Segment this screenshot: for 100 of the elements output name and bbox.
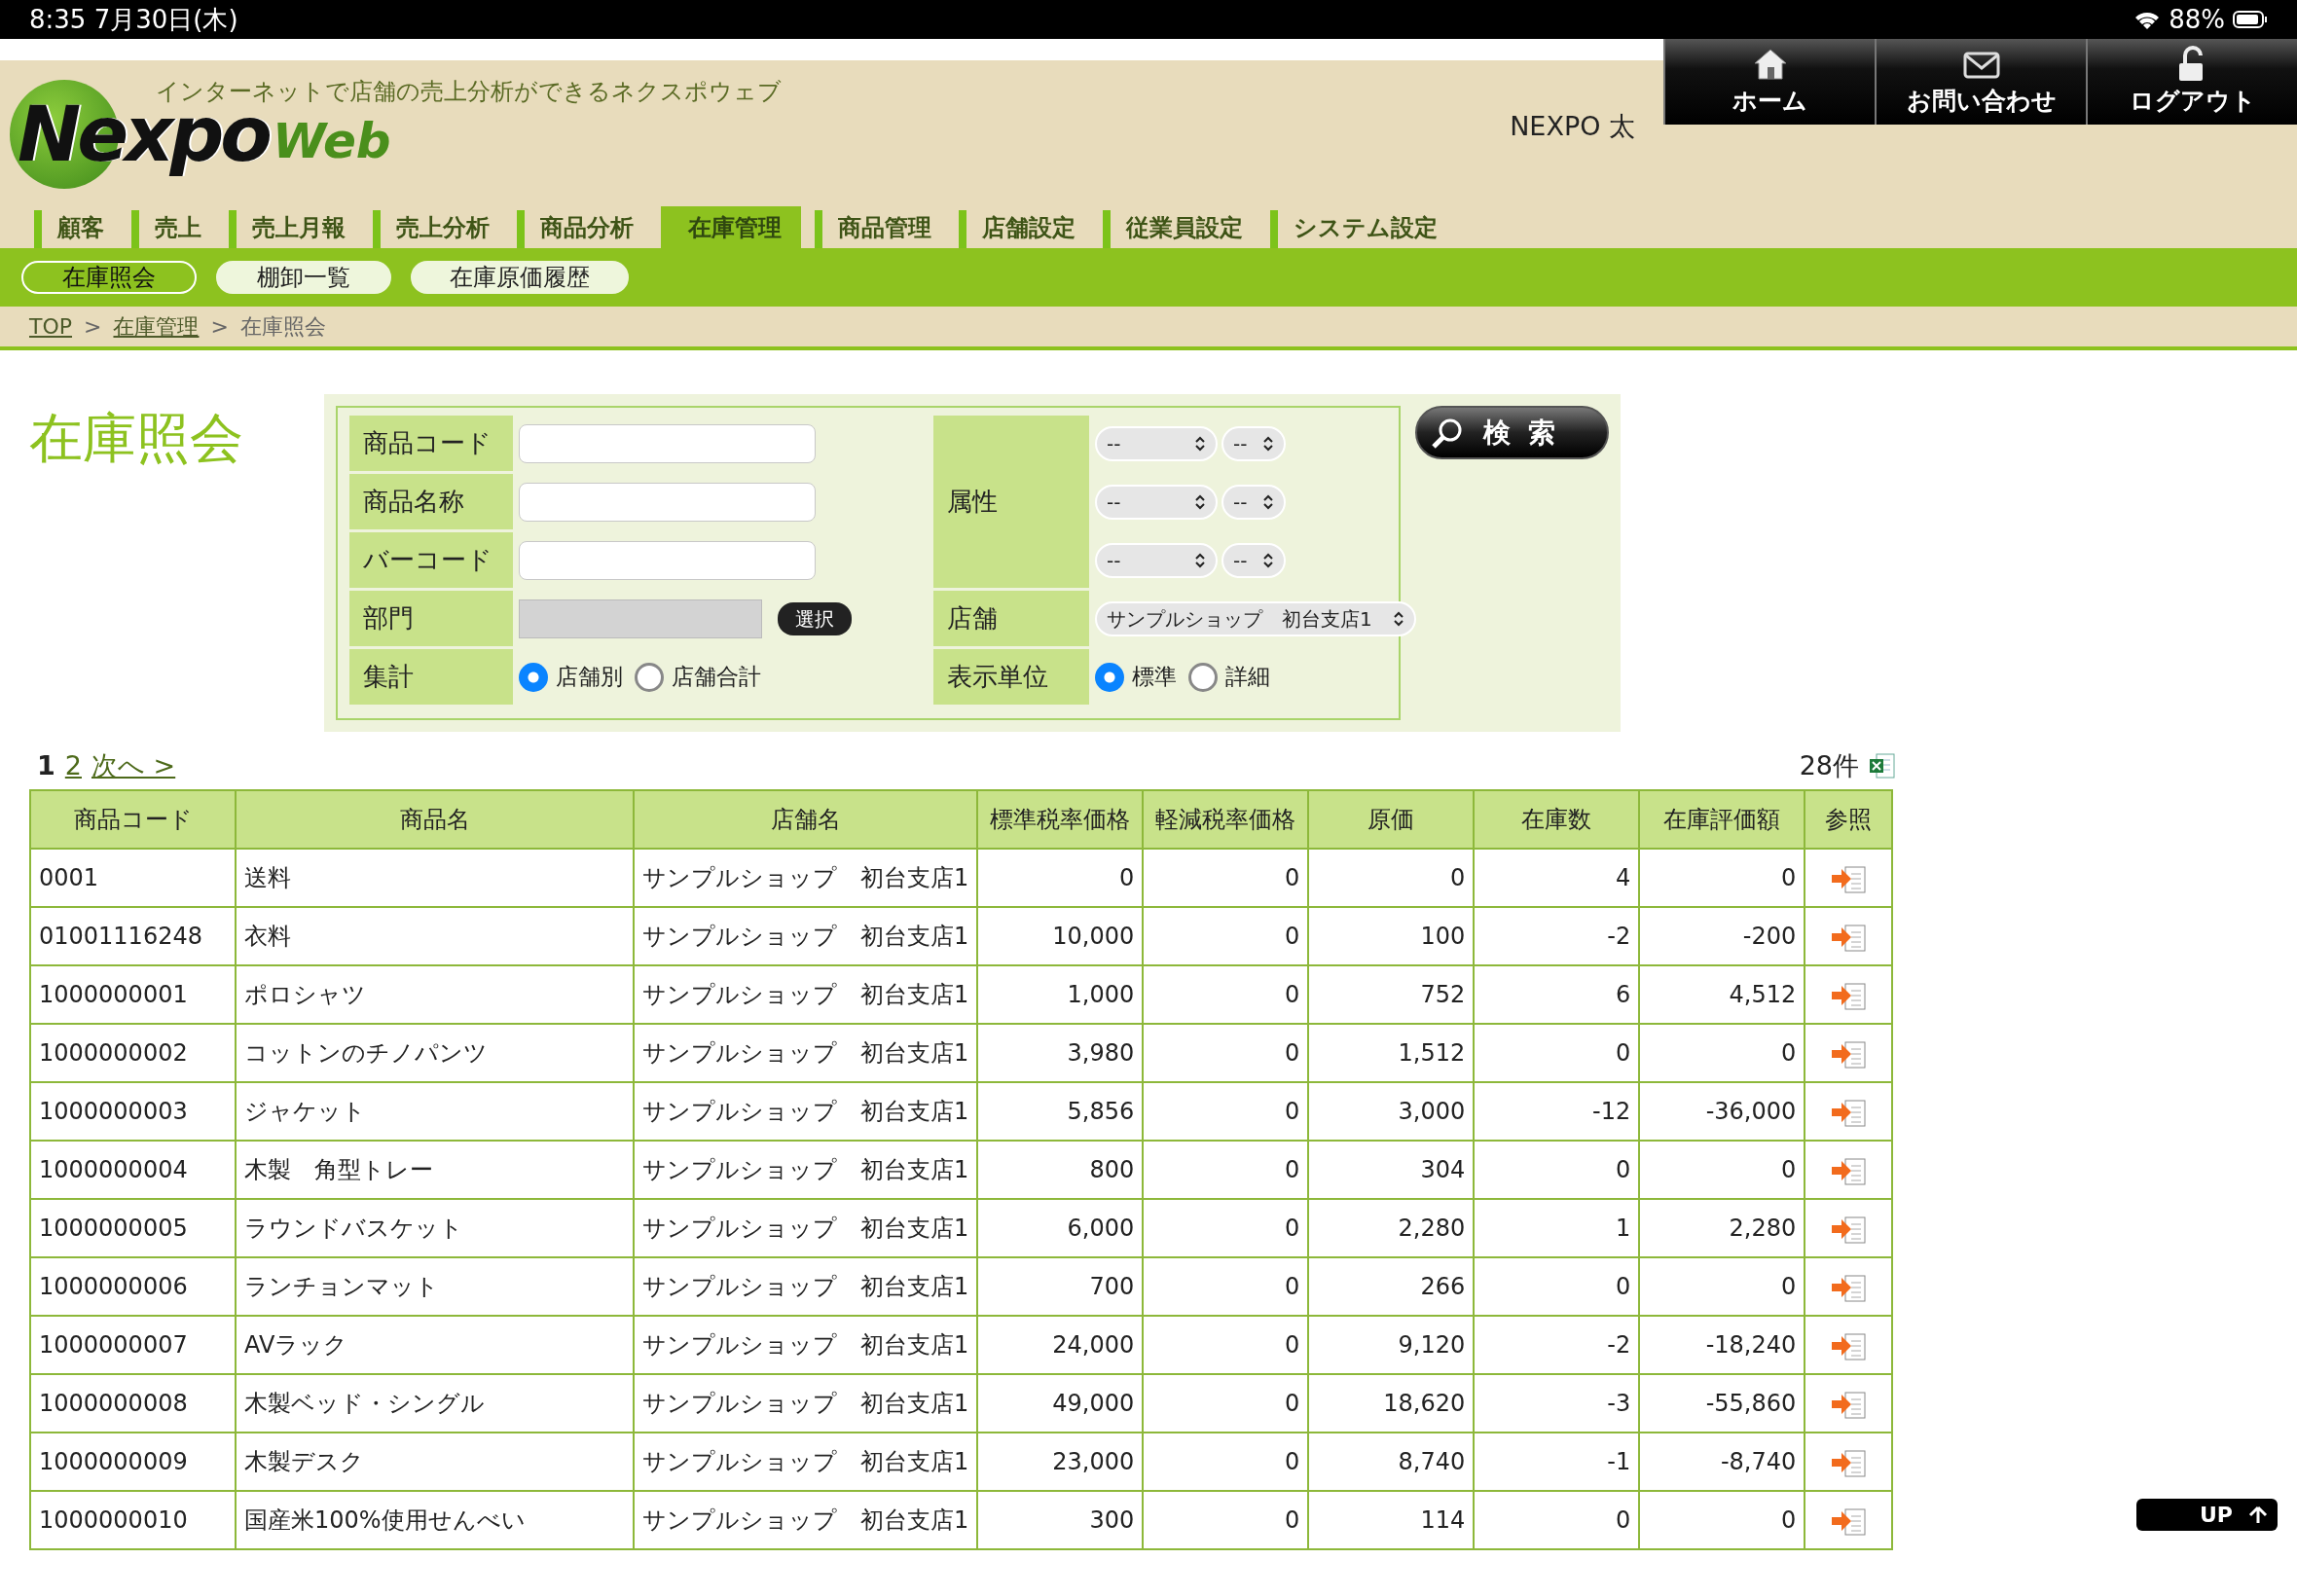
- up-button[interactable]: UP: [2136, 1499, 2278, 1531]
- caret-icon: [1194, 552, 1206, 568]
- radio-button[interactable]: [519, 662, 548, 692]
- attribute-select[interactable]: --: [1095, 425, 1218, 461]
- attribute-select[interactable]: --: [1221, 425, 1286, 461]
- table-cell: 114: [1308, 1491, 1475, 1549]
- table-cell: 0: [1143, 1257, 1309, 1316]
- barcode-field[interactable]: [519, 540, 816, 580]
- reference-icon[interactable]: [1830, 980, 1868, 1011]
- reference-icon[interactable]: [1830, 1155, 1868, 1186]
- breadcrumb-current: 在庫照会: [239, 313, 326, 341]
- nav-button[interactable]: ホーム: [1663, 39, 1875, 125]
- table-cell: 木製ベッド・シングル: [236, 1374, 634, 1433]
- table-cell: 1000000003: [30, 1082, 236, 1141]
- radio-label: 標準: [1132, 663, 1177, 692]
- table-cell: ポロシャツ: [236, 965, 634, 1024]
- status-time: 8:35 7月30日(木): [29, 3, 238, 36]
- breadcrumb-link[interactable]: TOP: [29, 310, 73, 343]
- table-cell: 0: [1143, 907, 1309, 965]
- reference-icon[interactable]: [1830, 1214, 1868, 1245]
- product-name-field[interactable]: [519, 482, 816, 522]
- table-cell: 0: [1143, 1082, 1309, 1141]
- table-cell: ラウンドバスケット: [236, 1199, 634, 1257]
- table-cell: 800: [977, 1141, 1144, 1199]
- attribute-select[interactable]: --: [1095, 484, 1218, 520]
- search-button[interactable]: 検 索: [1415, 406, 1609, 459]
- table-cell: 0001: [30, 849, 236, 907]
- store-select[interactable]: サンプルショップ 初台支店1: [1095, 600, 1416, 636]
- field-label: 部門: [349, 591, 513, 646]
- next-link[interactable]: 次へ >: [91, 745, 176, 786]
- table-cell: 1000000004: [30, 1141, 236, 1199]
- select-button[interactable]: 選択: [778, 601, 852, 635]
- breadcrumb-link[interactable]: 在庫管理: [113, 310, 200, 343]
- reference-icon[interactable]: [1830, 1389, 1868, 1420]
- sub-tab[interactable]: 棚卸一覧: [216, 260, 391, 295]
- table-cell: 0: [1143, 1024, 1309, 1082]
- table-cell: -1: [1474, 1433, 1640, 1491]
- table-cell: 0: [1143, 965, 1309, 1024]
- sub-tab[interactable]: 在庫原価履歴: [411, 260, 629, 295]
- radio-label: 店舗合計: [672, 663, 761, 692]
- table-cell: 6,000: [977, 1199, 1144, 1257]
- reference-icon[interactable]: [1830, 922, 1868, 953]
- table-cell: 1000000005: [30, 1199, 236, 1257]
- table-cell: -55,860: [1639, 1374, 1805, 1433]
- table-cell: 0: [1474, 1257, 1640, 1316]
- reference-icon[interactable]: [1830, 1272, 1868, 1303]
- table-cell: 0: [1143, 849, 1309, 907]
- table-cell: -2: [1474, 907, 1640, 965]
- table-cell: 1000000008: [30, 1374, 236, 1433]
- battery-percent: 88%: [2169, 3, 2225, 36]
- radio-button[interactable]: [1095, 662, 1124, 692]
- table-cell: サンプルショップ 初台支店1: [634, 1374, 978, 1433]
- reference-icon[interactable]: [1830, 863, 1868, 894]
- attribute-select[interactable]: --: [1221, 542, 1286, 578]
- reference-icon[interactable]: [1830, 1330, 1868, 1361]
- table-cell: サンプルショップ 初台支店1: [634, 1082, 978, 1141]
- table-cell: サンプルショップ 初台支店1: [634, 1491, 978, 1549]
- reference-icon[interactable]: [1830, 1447, 1868, 1478]
- sub-tab[interactable]: 在庫照会: [21, 260, 197, 295]
- radio-label: 店舗別: [556, 663, 623, 692]
- table-cell: 3,000: [1308, 1082, 1475, 1141]
- nav-button[interactable]: ログアウト: [2086, 39, 2297, 125]
- table-cell: 49,000: [977, 1374, 1144, 1433]
- reference-icon[interactable]: [1830, 1038, 1868, 1070]
- reference-icon[interactable]: [1830, 1097, 1868, 1128]
- table-cell: ジャケット: [236, 1082, 634, 1141]
- battery-icon: [2233, 11, 2268, 28]
- field-label: 店舗: [933, 591, 1089, 646]
- table-cell: 4: [1474, 849, 1640, 907]
- radio-button[interactable]: [635, 662, 664, 692]
- table-cell: 国産米100%使用せんべい: [236, 1491, 634, 1549]
- table-cell: -36,000: [1639, 1082, 1805, 1141]
- table-cell: -18,240: [1639, 1316, 1805, 1374]
- table-cell: 0: [1639, 1141, 1805, 1199]
- page-link[interactable]: 2: [64, 745, 82, 786]
- table-cell: 木製 角型トレー: [236, 1141, 634, 1199]
- table-cell: 0: [1143, 1374, 1309, 1433]
- table-cell: 衣料: [236, 907, 634, 965]
- reference-icon[interactable]: [1830, 1505, 1868, 1537]
- radio-label: 詳細: [1225, 663, 1270, 692]
- field-label: 表示単位: [933, 649, 1089, 705]
- caret-icon: [1194, 493, 1206, 510]
- tagline: インターネットで店舗の売上分析ができるネクスポウェブ: [156, 77, 783, 105]
- table-cell: 3,980: [977, 1024, 1144, 1082]
- radio-button[interactable]: [1188, 662, 1218, 692]
- spreadsheet-icon[interactable]: [1869, 752, 1896, 780]
- caret-icon: [1262, 552, 1274, 568]
- column-header: 商品コード: [30, 790, 236, 849]
- attribute-select[interactable]: --: [1095, 542, 1218, 578]
- table-cell: 1000000006: [30, 1257, 236, 1316]
- product-code-field[interactable]: [519, 423, 816, 463]
- table-cell: 6: [1474, 965, 1640, 1024]
- table-cell: 0: [1639, 1257, 1805, 1316]
- attribute-select[interactable]: --: [1221, 484, 1286, 520]
- nav-button[interactable]: お問い合わせ: [1875, 39, 2086, 125]
- table-cell: サンプルショップ 初台支店1: [634, 1257, 978, 1316]
- column-header: 店舗名: [634, 790, 978, 849]
- caret-icon: [1262, 493, 1274, 510]
- table-cell: 木製デスク: [236, 1433, 634, 1491]
- nav-tab[interactable]: 在庫管理: [661, 206, 801, 248]
